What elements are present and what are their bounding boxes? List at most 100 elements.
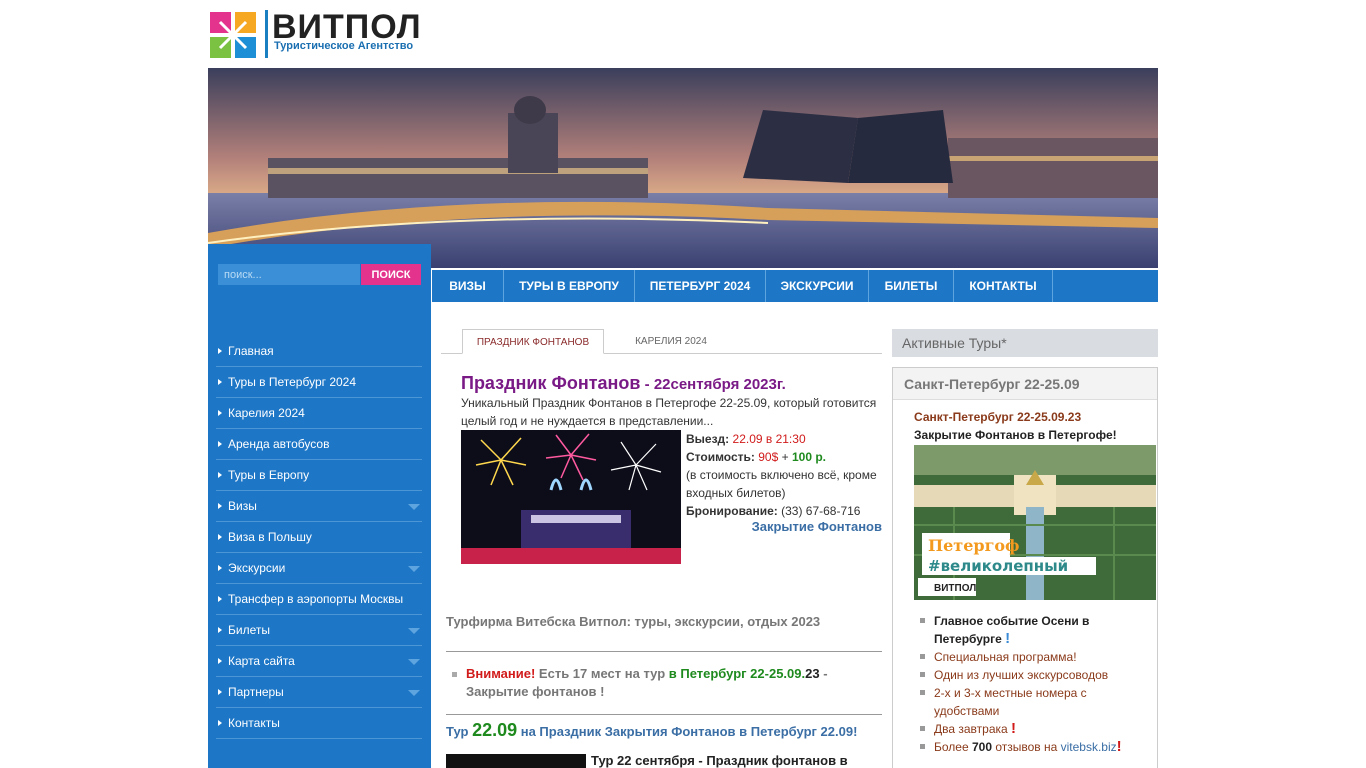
top-nav: ВИЗЫ ТУРЫ В ЕВРОПУ ПЕТЕРБУРГ 2024 ЭКСКУР… xyxy=(432,270,1158,302)
chevron-down-icon[interactable] xyxy=(408,566,420,572)
sidebar-item-label: Туры в Европу xyxy=(228,468,310,482)
notice-year: 23 xyxy=(805,666,820,681)
list-item: Главное событие Осени в Петербурге ! xyxy=(920,612,1146,648)
sidebar-item-karelia[interactable]: Карелия 2024 xyxy=(216,398,422,429)
sidebar-item-excursions[interactable]: Экскурсии xyxy=(216,553,422,584)
arrow-right-icon xyxy=(218,658,222,664)
page-subtitle: Турфирма Витебска Витпол: туры, экскурси… xyxy=(446,614,821,629)
feature-text: 2-х и 3-х местные номера с удобствами xyxy=(934,686,1087,718)
exclamation-icon: ! xyxy=(1011,720,1017,737)
logo-tagline: Туристическое Агентство xyxy=(274,40,414,52)
cost-label: Стоимость: xyxy=(686,450,755,464)
sidebar-menu: Главная Туры в Петербург 2024 Карелия 20… xyxy=(216,336,422,739)
chevron-down-icon[interactable] xyxy=(408,659,420,665)
cost-byn: 100 р. xyxy=(791,450,826,464)
event-link[interactable]: Закрытие Фонтанов xyxy=(686,519,882,534)
nav-visas[interactable]: ВИЗЫ xyxy=(432,270,504,302)
feature-text: отзывов на xyxy=(992,740,1061,754)
cost-plus: + xyxy=(778,450,792,464)
chevron-down-icon[interactable] xyxy=(408,690,420,696)
sidebar-item-label: Виза в Польшу xyxy=(228,530,312,544)
arrow-right-icon xyxy=(218,534,222,540)
bullet-icon xyxy=(920,618,925,623)
sidebar-item-contacts[interactable]: Контакты xyxy=(216,708,422,739)
depart-label: Выезд: xyxy=(686,432,730,446)
tour-features-list: Главное событие Осени в Петербурге ! Спе… xyxy=(920,612,1146,756)
list-item: Один из лучших экскурсоводов xyxy=(920,666,1146,684)
bullet-icon xyxy=(920,690,925,695)
sidebar-item-spb-tours[interactable]: Туры в Петербург 2024 xyxy=(216,367,422,398)
search-button[interactable]: ПОИСК xyxy=(361,264,421,285)
sidebar-item-tickets[interactable]: Билеты xyxy=(216,615,422,646)
sidebar-item-partners[interactable]: Партнеры xyxy=(216,677,422,708)
sidebar-item-label: Карелия 2024 xyxy=(228,406,305,420)
bullet-icon xyxy=(920,672,925,677)
tour-date: 22.09 xyxy=(472,720,518,740)
sidebar-item-transfer[interactable]: Трансфер в аэропорты Москвы xyxy=(216,584,422,615)
nav-spb-2024[interactable]: ПЕТЕРБУРГ 2024 xyxy=(635,270,766,302)
event-title-text: Праздник Фонтанов xyxy=(461,373,641,393)
arrow-right-icon xyxy=(218,720,222,726)
reviews-link[interactable]: vitebsk.biz xyxy=(1061,740,1117,754)
chevron-down-icon[interactable] xyxy=(408,504,420,510)
tab-karelia[interactable]: КАРЕЛИЯ 2024 xyxy=(616,329,726,354)
sidebar-item-visas[interactable]: Визы xyxy=(216,491,422,522)
tab-fountains[interactable]: ПРАЗДНИК ФОНТАНОВ xyxy=(462,329,604,354)
fireworks-image[interactable] xyxy=(461,430,681,564)
tour-prefix: Тур xyxy=(446,724,473,739)
sidebar-item-home[interactable]: Главная xyxy=(216,336,422,367)
sidebar-item-label: Визы xyxy=(228,499,257,513)
arrow-right-icon xyxy=(218,348,222,354)
logo-icon xyxy=(210,12,256,58)
bullet-icon xyxy=(920,654,925,659)
divider xyxy=(446,714,882,715)
sidebar-item-bus-rental[interactable]: Аренда автобусов xyxy=(216,429,422,460)
peterhof-image[interactable]: Петергоф #великолепный ВИТПОЛ xyxy=(914,445,1156,600)
feature-text: Главное событие Осени в Петербурге xyxy=(934,614,1090,646)
tour-headline[interactable]: Тур 22.09 на Праздник Закрытия Фонтанов … xyxy=(446,720,857,741)
event-title[interactable]: Праздник Фонтанов - 22сентября 2023г. xyxy=(461,373,786,394)
feature-text: Более xyxy=(934,740,972,754)
arrow-right-icon xyxy=(218,410,222,416)
tour-title[interactable]: Тур 22 сентября - Праздник фонтанов в xyxy=(591,753,848,768)
event-description: Уникальный Праздник Фонтанов в Петергофе… xyxy=(461,396,877,428)
notice[interactable]: Внимание! Есть 17 мест на тур в Петербур… xyxy=(452,665,872,701)
nav-excursions[interactable]: ЭКСКУРСИИ xyxy=(766,270,869,302)
nav-tickets[interactable]: БИЛЕТЫ xyxy=(869,270,954,302)
sidebar-item-label: Аренда автобусов xyxy=(228,437,330,451)
feature-text: Специальная программа! xyxy=(934,650,1077,664)
sidebar-item-label: Трансфер в аэропорты Москвы xyxy=(228,592,404,606)
tour-text: на Праздник Закрытия Фонтанов в Петербур… xyxy=(517,724,858,739)
search-input[interactable] xyxy=(218,264,360,285)
bullet-icon xyxy=(920,744,925,749)
exclamation-icon: ! xyxy=(1005,630,1011,647)
logo-divider xyxy=(265,10,268,58)
site-logo[interactable]: ВИТПОЛ Туристическое Агентство xyxy=(208,8,448,60)
notice-city: в Петербург 22-25.09. xyxy=(668,666,806,681)
event-date: - 22сентября 2023г. xyxy=(640,376,786,393)
list-item: Специальная программа! xyxy=(920,648,1146,666)
sidebar-item-label: Главная xyxy=(228,344,274,358)
sidebar-item-sitemap[interactable]: Карта сайта xyxy=(216,646,422,677)
feature-text: Два завтрака xyxy=(934,722,1012,736)
tour-card-title[interactable]: Санкт-Петербург 22-25.09 xyxy=(893,368,1157,400)
image-brand: ВИТПОЛ xyxy=(934,583,976,594)
cost-note: (в стоимость включено всё, кроме входных… xyxy=(686,468,877,500)
exclamation-icon: ! xyxy=(1116,738,1122,755)
arrow-right-icon xyxy=(218,503,222,509)
sidebar-item-poland-visa[interactable]: Виза в Польшу xyxy=(216,522,422,553)
chevron-down-icon[interactable] xyxy=(408,628,420,634)
nav-europe-tours[interactable]: ТУРЫ В ЕВРОПУ xyxy=(504,270,635,302)
divider xyxy=(446,651,882,652)
arrow-right-icon xyxy=(218,596,222,602)
feature-text: Один из лучших экскурсоводов xyxy=(934,668,1109,682)
nav-contacts[interactable]: КОНТАКТЫ xyxy=(954,270,1053,302)
booking-label: Бронирование: xyxy=(686,504,778,518)
sidebar-item-label: Билеты xyxy=(228,623,270,637)
active-tours-heading: Активные Туры* xyxy=(892,329,1158,357)
sidebar-item-europe-tours[interactable]: Туры в Европу xyxy=(216,460,422,491)
depart-value: 22.09 в 21:30 xyxy=(732,432,806,446)
banner-image xyxy=(208,68,1158,268)
tour-thumbnail[interactable] xyxy=(446,754,586,768)
tour-card-date[interactable]: Санкт-Петербург 22-25.09.23 xyxy=(914,410,1081,424)
